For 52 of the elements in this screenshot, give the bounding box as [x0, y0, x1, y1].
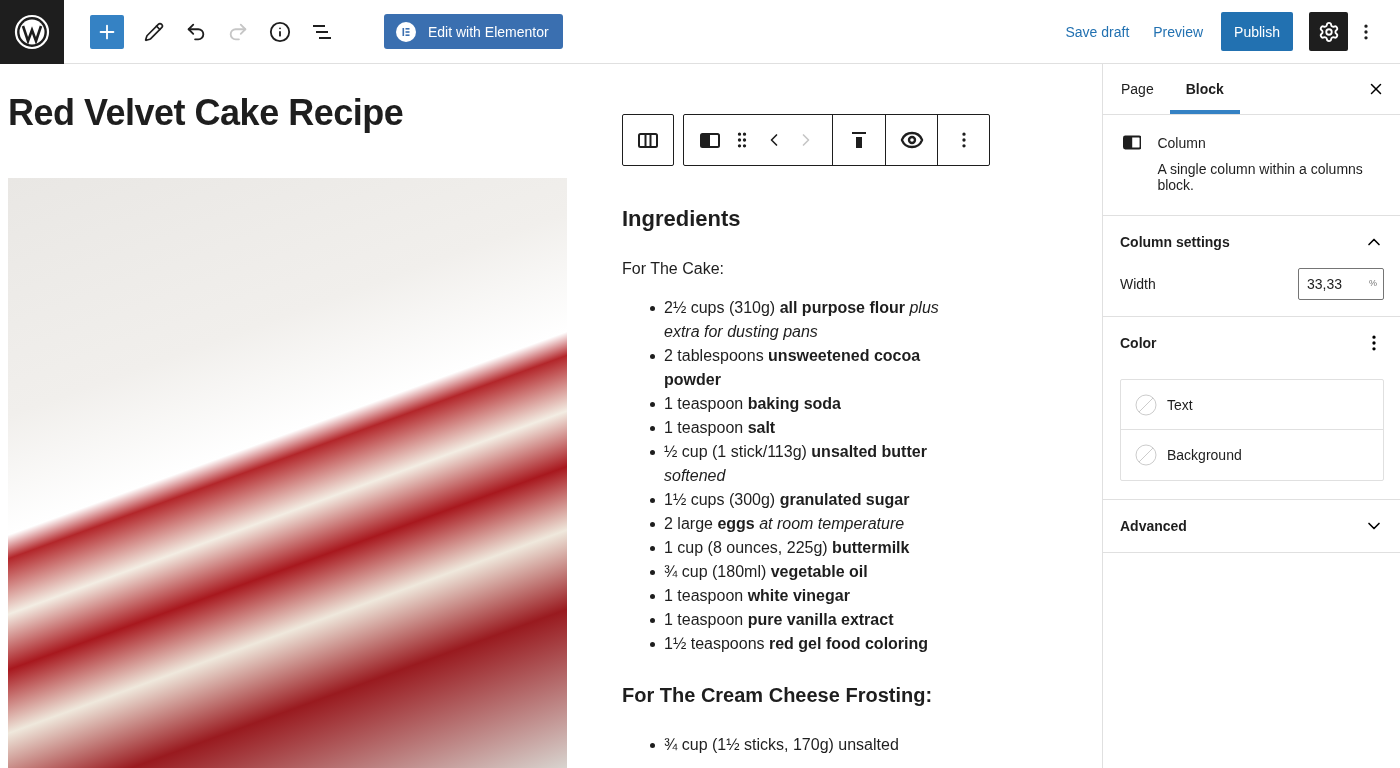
color-option[interactable]: Background — [1121, 430, 1383, 480]
bullet-icon — [650, 743, 655, 748]
bullet-icon — [650, 642, 655, 647]
ingredient-text: 1 teaspoon white vinegar — [664, 586, 851, 606]
bullet-icon — [650, 594, 655, 599]
bullet-icon — [650, 498, 655, 503]
panel-title: Column settings — [1120, 234, 1230, 250]
ingredient-text: 1 teaspoon salt — [664, 418, 777, 438]
sidebar-tab[interactable]: Page — [1105, 64, 1170, 114]
post-title[interactable]: Red Velvet Cake Recipe — [8, 92, 567, 134]
settings-icon — [1317, 20, 1340, 43]
column-icon — [700, 132, 720, 148]
unit-label: % — [1369, 278, 1377, 288]
preview-button[interactable]: Preview — [1141, 23, 1216, 40]
panel-title: Advanced — [1120, 518, 1187, 534]
column-icon — [1123, 135, 1142, 150]
sidebar-tab[interactable]: Block — [1169, 64, 1240, 114]
panel-title: Color — [1120, 335, 1157, 351]
ingredient-text: 2 large eggs at room temperature — [664, 514, 906, 534]
bullet-icon — [650, 426, 655, 431]
bullet-icon — [650, 450, 655, 455]
settings-button[interactable] — [1309, 12, 1348, 51]
bullet-icon — [650, 354, 655, 359]
edit-with-elementor-button[interactable]: Edit with Elementor — [384, 14, 563, 49]
block-name: Column — [1157, 135, 1207, 151]
section-heading: For The Cream Cheese Frosting: — [622, 684, 934, 707]
bullet-icon — [650, 618, 655, 623]
ingredient-text: 1 cup (8 ounces, 225g) buttermilk — [664, 538, 911, 558]
subheading: For The Cake: — [622, 260, 725, 278]
ingredient-text: ¾ cup (1½ sticks, 170g) unsalted — [664, 735, 900, 755]
block-description: A single column within a columns block. — [1157, 161, 1364, 193]
bullet-icon — [650, 570, 655, 575]
bullet-icon — [650, 402, 655, 407]
elementor-icon — [396, 21, 416, 42]
ingredient-text: 1½ teaspoons red gel food coloring — [664, 634, 930, 654]
ingredient-text: ¾ cup (180ml) vegetable oil — [664, 562, 869, 582]
bullet-icon — [650, 546, 655, 551]
add-block-button[interactable] — [90, 14, 124, 49]
ingredient-text: 1½ cups (300g) granulated sugar — [664, 490, 911, 510]
wordpress-logo[interactable] — [0, 0, 64, 64]
color-option[interactable]: Text — [1121, 380, 1383, 430]
ingredient-text: 1 teaspoon pure vanilla extract — [664, 610, 895, 630]
width-label: Width — [1120, 276, 1156, 292]
bullet-icon — [650, 522, 655, 527]
ingredient-text: 1 teaspoon baking soda — [664, 394, 842, 414]
section-heading: Ingredients — [622, 206, 742, 232]
publish-button[interactable]: Publish — [1221, 12, 1293, 51]
no-color-icon — [1135, 444, 1157, 466]
save-draft-button[interactable]: Save draft — [1053, 23, 1142, 40]
bullet-icon — [650, 306, 655, 311]
no-color-icon — [1135, 393, 1157, 416]
wordpress-logo-icon — [14, 13, 50, 50]
